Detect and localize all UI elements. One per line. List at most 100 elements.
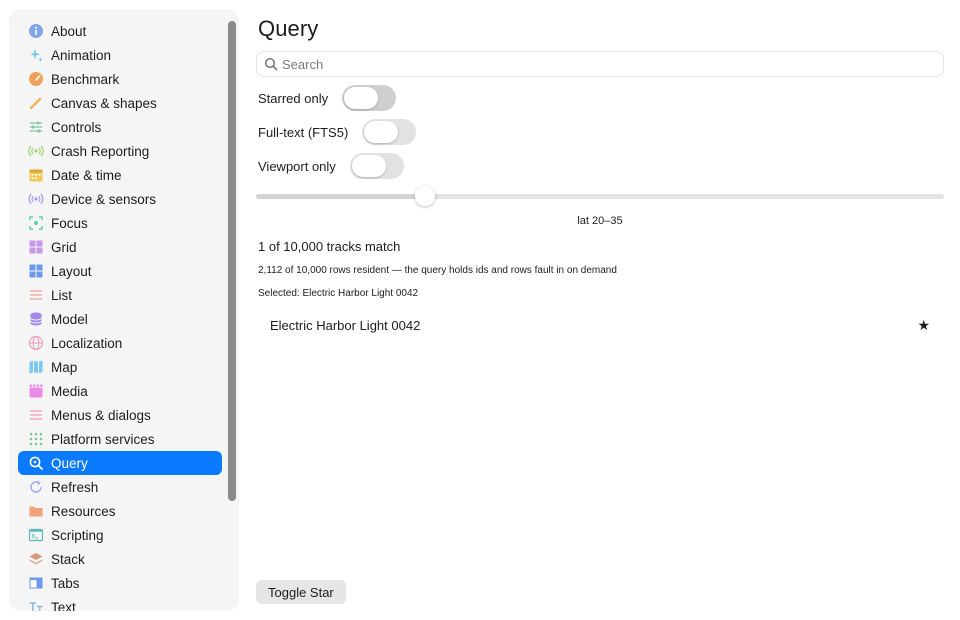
sidebar-item-query[interactable]: Query: [18, 451, 222, 475]
sliders-icon: [27, 119, 44, 136]
refresh-icon: [27, 479, 44, 496]
sidebar-item-resources[interactable]: Resources: [18, 499, 222, 523]
sidebar-item-text[interactable]: Text: [18, 595, 222, 611]
search-field[interactable]: [256, 51, 944, 77]
sidebar-item-label: Focus: [51, 215, 88, 231]
starred-only-toggle[interactable]: [342, 85, 397, 111]
brush-icon: [27, 95, 44, 112]
sidebar-item-label: Device & sensors: [51, 191, 157, 207]
toggle-knob: [351, 155, 386, 177]
sidebar-item-about[interactable]: About: [18, 19, 222, 43]
main-content: Query Starred only Full-text (FTS5) View…: [256, 0, 946, 620]
sidebar-item-label: Grid: [51, 239, 77, 255]
sidebar-item-animation[interactable]: Animation: [18, 43, 222, 67]
menu-lines-icon: [27, 407, 44, 424]
sidebar-item-label: Resources: [51, 503, 116, 519]
magnifier-icon: [27, 455, 44, 472]
text-icon: [27, 599, 44, 611]
sidebar-item-label: Text: [51, 599, 76, 612]
list-item[interactable]: Electric Harbor Light 0042 ★: [256, 311, 944, 339]
viewport-only-toggle[interactable]: [349, 153, 404, 179]
page-title: Query: [258, 16, 319, 41]
list-icon: [27, 287, 44, 304]
map-icon: [27, 359, 44, 376]
sidebar-item-label: Localization: [51, 335, 123, 351]
sidebar-item-label: Crash Reporting: [51, 143, 150, 159]
sidebar-item-list[interactable]: List: [18, 283, 222, 307]
sidebar-item-map[interactable]: Map: [18, 355, 222, 379]
focus-icon: [27, 215, 44, 232]
sidebar-item-tabs[interactable]: Tabs: [18, 571, 222, 595]
sidebar-item-label: Model: [51, 311, 88, 327]
database-icon: [27, 311, 44, 328]
result-title: Electric Harbor Light 0042: [270, 317, 421, 333]
latitude-slider[interactable]: [256, 186, 944, 206]
sidebar-item-label: List: [51, 287, 73, 303]
sidebar-item-canvas-shapes[interactable]: Canvas & shapes: [18, 91, 222, 115]
search-input[interactable]: [282, 56, 922, 72]
toggle-star-button[interactable]: Toggle Star: [256, 580, 346, 604]
full-text-toggle[interactable]: [362, 119, 417, 145]
sidebar-item-focus[interactable]: Focus: [18, 211, 222, 235]
slider-fill: [256, 194, 425, 199]
sidebar-item-stack[interactable]: Stack: [18, 547, 222, 571]
sidebar-list: About Animation Benchmark Canvas & shapes Co…: [18, 19, 222, 611]
match-count: 1 of 10,000 tracks match: [258, 239, 401, 254]
globe-icon: [27, 335, 44, 352]
sparkles-icon: [27, 47, 44, 64]
sidebar: About Animation Benchmark Canvas & shapes Co…: [9, 9, 239, 611]
starred-only-row: Starred only: [258, 85, 397, 111]
sidebar-item-label: Tabs: [51, 575, 80, 591]
starred-only-label: Starred only: [258, 90, 329, 106]
sidebar-item-scripting[interactable]: Scripting: [18, 523, 222, 547]
sidebar-item-label: Query: [51, 455, 88, 471]
calendar-icon: [27, 167, 44, 184]
star-icon: ★: [917, 316, 930, 333]
slider-thumb[interactable]: [414, 186, 435, 206]
sidebar-item-model[interactable]: Model: [18, 307, 222, 331]
sidebar-item-label: Stack: [51, 551, 85, 567]
sidebar-item-label: About: [51, 23, 87, 39]
resident-note: 2,112 of 10,000 rows resident — the quer…: [258, 265, 617, 276]
sidebar-item-label: Refresh: [51, 479, 99, 495]
slider-value-label: lat 20–35: [577, 215, 623, 227]
sidebar-item-date-time[interactable]: Date & time: [18, 163, 222, 187]
full-text-row: Full-text (FTS5): [258, 119, 417, 145]
sidebar-item-device-sensors[interactable]: Device & sensors: [18, 187, 222, 211]
broadcast-icon: [27, 143, 44, 160]
viewport-only-label: Viewport only: [258, 158, 336, 174]
sidebar-item-label: Animation: [51, 47, 112, 63]
sidebar-item-localization[interactable]: Localization: [18, 331, 222, 355]
sidebar-item-label: Benchmark: [51, 71, 120, 87]
toggle-knob: [364, 121, 399, 143]
gauge-icon: [27, 71, 44, 88]
grid-icon: [27, 239, 44, 256]
layout-icon: [27, 263, 44, 280]
sidebar-item-grid[interactable]: Grid: [18, 235, 222, 259]
sidebar-item-label: Layout: [51, 263, 92, 279]
full-text-label: Full-text (FTS5): [258, 124, 349, 140]
stack-icon: [27, 551, 44, 568]
sidebar-item-menus-dialogs[interactable]: Menus & dialogs: [18, 403, 222, 427]
selected-note: Selected: Electric Harbor Light 0042: [258, 288, 419, 299]
sidebar-item-platform-services[interactable]: Platform services: [18, 427, 222, 451]
toggle-knob: [344, 87, 379, 109]
sidebar-item-label: Media: [51, 383, 88, 399]
sidebar-item-media[interactable]: Media: [18, 379, 222, 403]
clapperboard-icon: [27, 383, 44, 400]
terminal-icon: [27, 527, 44, 544]
sidebar-scrollbar-thumb[interactable]: [228, 21, 236, 501]
sidebar-item-label: Canvas & shapes: [51, 95, 157, 111]
sidebar-item-controls[interactable]: Controls: [18, 115, 222, 139]
dots-grid-icon: [27, 431, 44, 448]
sidebar-item-crash-reporting[interactable]: Crash Reporting: [18, 139, 222, 163]
info-circle-icon: [27, 23, 44, 40]
sidebar-item-label: Scripting: [51, 527, 104, 543]
sidebar-item-refresh[interactable]: Refresh: [18, 475, 222, 499]
sidebar-item-label: Date & time: [51, 167, 122, 183]
viewport-only-row: Viewport only: [258, 153, 404, 179]
sensor-icon: [27, 191, 44, 208]
sidebar-item-layout[interactable]: Layout: [18, 259, 222, 283]
search-icon: [264, 57, 278, 71]
sidebar-item-benchmark[interactable]: Benchmark: [18, 67, 222, 91]
